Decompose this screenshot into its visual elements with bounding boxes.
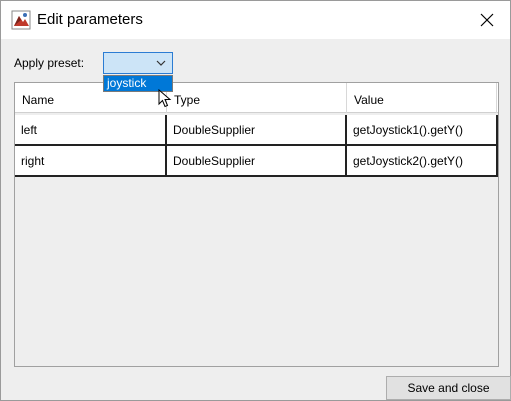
mouse-pointer-icon (158, 89, 172, 108)
table-row[interactable]: left DoubleSupplier getJoystick1().getY(… (15, 115, 498, 146)
chevron-down-icon (156, 60, 166, 66)
preset-combobox[interactable] (103, 52, 173, 74)
table-row[interactable]: right DoubleSupplier getJoystick2().getY… (15, 146, 498, 177)
edit-parameters-dialog: Edit parameters Apply preset: Name Type … (0, 0, 511, 401)
cell-value[interactable]: getJoystick2().getY() (347, 146, 498, 177)
cell-name[interactable]: left (15, 115, 167, 146)
cell-type[interactable]: DoubleSupplier (167, 115, 347, 146)
cell-type[interactable]: DoubleSupplier (167, 146, 347, 177)
column-header-value[interactable]: Value (347, 83, 497, 113)
parameters-table: Name Type Value left DoubleSupplier getJ… (14, 82, 499, 367)
close-icon (480, 13, 494, 27)
close-button[interactable] (464, 1, 510, 39)
java-app-icon (11, 10, 31, 30)
apply-preset-label: Apply preset: (14, 56, 85, 70)
title-bar: Edit parameters (1, 1, 510, 39)
column-header-type[interactable]: Type (167, 83, 347, 113)
cell-value[interactable]: getJoystick1().getY() (347, 115, 498, 146)
cell-name[interactable]: right (15, 146, 167, 177)
save-and-close-button[interactable]: Save and close (386, 376, 511, 400)
window-title: Edit parameters (37, 11, 143, 28)
table-header: Name Type Value (15, 83, 498, 113)
